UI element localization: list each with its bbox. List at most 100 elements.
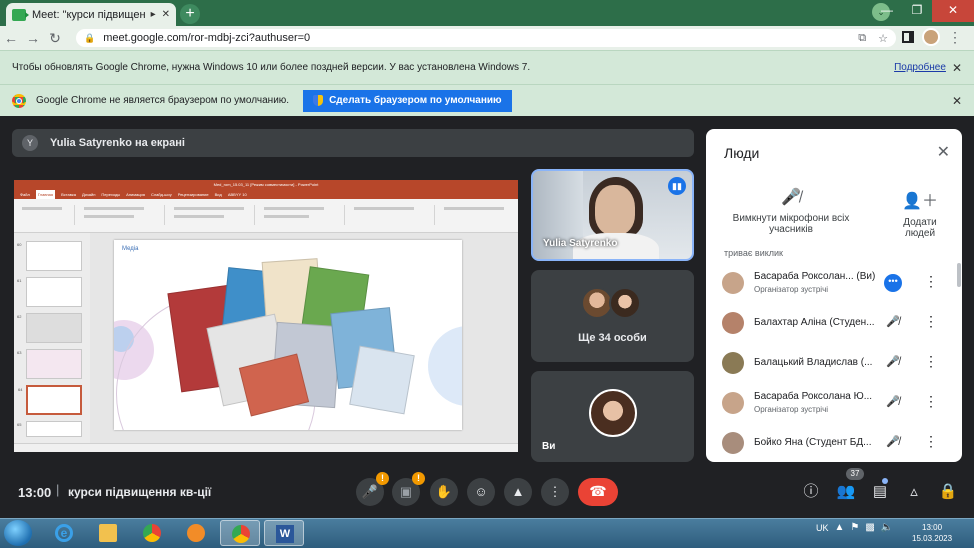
- more-options-button[interactable]: ⋮: [541, 478, 569, 506]
- forward-icon[interactable]: →: [22, 30, 44, 46]
- powerpoint-ribbon-tabs: Файл Главная Вставка Дизайн Переходы Анимация…: [14, 190, 518, 199]
- chat-icon[interactable]: ▤: [870, 482, 890, 502]
- chrome-active-taskbar[interactable]: [220, 520, 260, 546]
- network-icon[interactable]: ▩: [865, 522, 874, 533]
- word-taskbar[interactable]: W: [264, 520, 304, 546]
- people-icon[interactable]: 👥: [836, 482, 856, 502]
- more-options-icon[interactable]: ⋮: [924, 393, 938, 410]
- others-label: Ще 34 особи: [578, 332, 647, 344]
- restore-icon[interactable]: ❐: [902, 0, 932, 22]
- reactions-button[interactable]: ☺: [467, 478, 495, 506]
- ribbon-tab[interactable]: Дизайн: [82, 190, 95, 199]
- profile-avatar[interactable]: [922, 28, 940, 46]
- participant-row[interactable]: Балацький Владислав (... 🎤̸ ⋮: [706, 343, 962, 383]
- participant-row[interactable]: Басараба Роксолан... (Ви) Організатор зу…: [706, 263, 962, 303]
- ribbon-tab[interactable]: Переходы: [101, 190, 120, 199]
- thumb-number: 65: [17, 422, 22, 427]
- infobar-close-icon[interactable]: ✕: [952, 94, 962, 108]
- mic-off-icon: 🎤̸: [781, 189, 801, 206]
- ribbon-tab[interactable]: Вид: [215, 190, 222, 199]
- minimize-icon[interactable]: —: [872, 0, 902, 22]
- warning-badge-icon: !: [376, 472, 389, 485]
- infobar-close-icon[interactable]: ✕: [952, 61, 962, 75]
- self-tile[interactable]: Ви: [531, 371, 694, 462]
- ribbon-tab[interactable]: Вставка: [61, 190, 76, 199]
- url-text[interactable]: meet.google.com/ror-mdbj-zci?authuser=0: [103, 32, 846, 44]
- speaker-tile[interactable]: ▮▮ Yulia Satyrenko: [531, 169, 694, 261]
- address-bar[interactable]: 🔒 meet.google.com/ror-mdbj-zci?authuser=…: [76, 29, 896, 47]
- powerpoint-ribbon: [14, 199, 518, 233]
- more-options-icon[interactable]: ⋮: [924, 273, 938, 290]
- people-scrollbar[interactable]: [957, 263, 961, 287]
- present-screen-button[interactable]: ▲: [504, 478, 532, 506]
- more-options-icon[interactable]: ⋮: [924, 433, 938, 450]
- language-indicator[interactable]: UK: [816, 523, 829, 533]
- browser-tab[interactable]: Meet: "курси підвищення к ▸ ✕: [6, 3, 176, 26]
- chrome-menu-icon[interactable]: ⋮: [948, 29, 962, 46]
- slide-thumbnail[interactable]: 63: [17, 349, 82, 379]
- participant-avatar: [722, 432, 744, 454]
- more-options-icon[interactable]: ⋮: [924, 353, 938, 370]
- mic-off-icon[interactable]: 🎤̸: [886, 315, 900, 328]
- panel-close-icon[interactable]: ✕: [937, 142, 950, 162]
- ribbon-tab[interactable]: Слайд-шоу: [151, 190, 172, 199]
- slide-thumbnail[interactable]: 61: [17, 277, 82, 307]
- more-options-icon[interactable]: ⋮: [924, 313, 938, 330]
- internet-explorer-taskbar[interactable]: e: [44, 520, 84, 546]
- meeting-info-icon[interactable]: ⓘ: [801, 482, 821, 502]
- reload-icon[interactable]: ↻: [44, 30, 66, 47]
- bookmark-star-icon[interactable]: ☆: [878, 32, 888, 45]
- add-people-button[interactable]: 👤＋ Додати людей: [890, 187, 950, 239]
- participant-row[interactable]: Басараба Роксолана Ю... Організатор зуст…: [706, 383, 962, 423]
- slide-thumbnail[interactable]: 62: [17, 313, 82, 343]
- learn-more-link[interactable]: Подробнее: [894, 62, 946, 73]
- participant-row[interactable]: Бойко Яна (Студент БД... 🎤̸ ⋮: [706, 423, 962, 462]
- media-player-taskbar[interactable]: [176, 520, 216, 546]
- lock-icon[interactable]: 🔒: [84, 33, 95, 44]
- activities-icon[interactable]: ▵: [904, 482, 924, 502]
- flag-icon[interactable]: ⚑: [850, 522, 859, 533]
- slide-thumbnail-selected[interactable]: 64: [18, 385, 82, 415]
- ribbon-tab[interactable]: Рецензирование: [178, 190, 209, 199]
- others-tile[interactable]: Ще 34 особи: [531, 270, 694, 362]
- host-controls-icon[interactable]: 🔒: [938, 482, 958, 502]
- microphone-button[interactable]: 🎤 !: [356, 472, 389, 506]
- audio-level-icon: •••: [884, 274, 902, 292]
- self-avatar: [589, 389, 637, 437]
- file-explorer-taskbar[interactable]: [88, 520, 128, 546]
- leave-call-button[interactable]: ☎: [578, 478, 618, 506]
- mic-off-icon[interactable]: 🎤̸: [886, 435, 900, 448]
- share-icon[interactable]: ⧉: [858, 32, 866, 45]
- system-clock[interactable]: 13:00 15.03.2023: [912, 522, 952, 544]
- chrome-taskbar[interactable]: [132, 520, 172, 546]
- window-close-icon[interactable]: ✕: [932, 0, 974, 22]
- ribbon-tab[interactable]: Файл: [20, 190, 30, 199]
- side-panel-icon[interactable]: [902, 31, 914, 43]
- window-controls: — ❐ ✕: [872, 0, 974, 22]
- participant-avatar: [722, 312, 744, 334]
- meet-favicon-icon: [12, 8, 29, 21]
- ribbon-tab[interactable]: Анимация: [126, 190, 145, 199]
- toolbar-right: ⋮: [902, 28, 962, 46]
- close-icon[interactable]: ✕: [162, 9, 170, 20]
- ribbon-tab[interactable]: ABBYY 10: [228, 190, 247, 199]
- warning-badge-icon: !: [412, 472, 425, 485]
- ribbon-tab[interactable]: Главная: [35, 190, 56, 199]
- mic-off-icon[interactable]: 🎤̸: [886, 355, 900, 368]
- slide-thumbnail[interactable]: 65: [17, 421, 82, 437]
- participant-row[interactable]: Балахтар Аліна (Студен... 🎤̸ ⋮: [706, 303, 962, 343]
- speaker-icon[interactable]: ▸: [151, 9, 156, 20]
- shared-screen: Med_rom_15.03_11 [Режим совместимости] -…: [14, 180, 518, 452]
- back-icon[interactable]: ←: [0, 30, 22, 46]
- mute-all-button[interactable]: 🎤̸ Вимкнути мікрофони всіх учасників: [726, 187, 856, 235]
- slide-thumbnail[interactable]: 60: [17, 241, 82, 271]
- new-tab-button[interactable]: +: [180, 4, 200, 24]
- windows-start-button[interactable]: [4, 520, 32, 546]
- set-default-button[interactable]: Сделать браузером по умолчанию: [303, 89, 512, 112]
- present-icon: ▲: [511, 484, 525, 499]
- raise-hand-button[interactable]: ✋: [430, 478, 458, 506]
- mic-off-icon[interactable]: 🎤̸: [886, 395, 900, 408]
- show-hidden-icons-icon[interactable]: ▲: [835, 522, 845, 533]
- volume-icon[interactable]: 🔈: [881, 522, 893, 533]
- camera-button[interactable]: ▣ !: [392, 472, 425, 506]
